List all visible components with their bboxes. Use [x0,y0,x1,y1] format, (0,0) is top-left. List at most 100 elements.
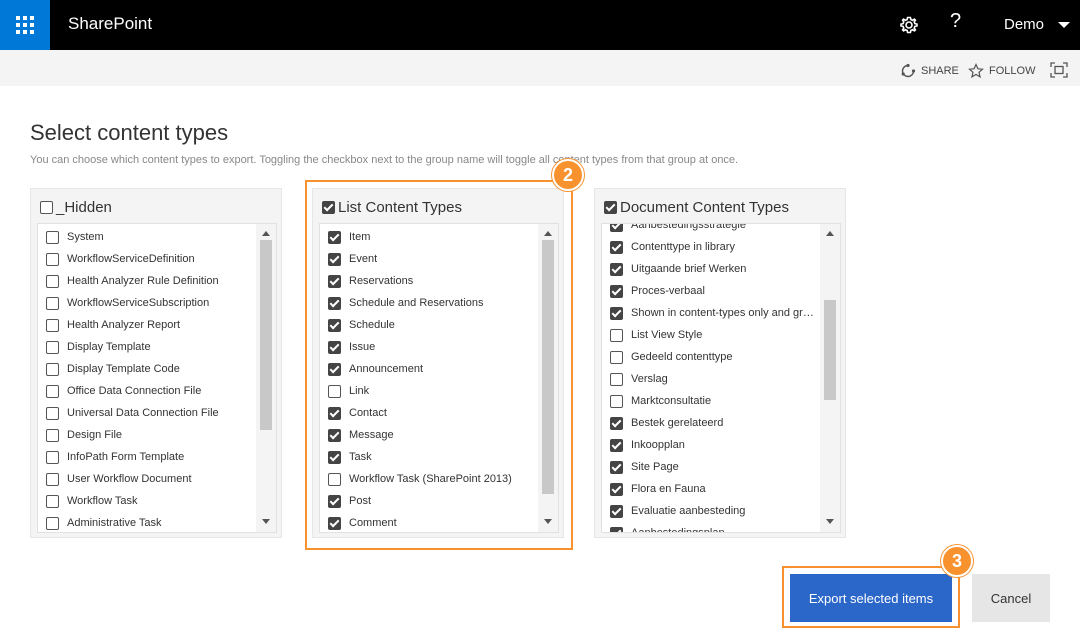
cancel-button[interactable]: Cancel [972,574,1050,622]
item-checkbox[interactable] [610,416,623,430]
item-checkbox[interactable] [46,472,59,486]
page-description: You can choose which content types to ex… [30,154,739,166]
list-item[interactable]: Contenttype in library [602,236,818,258]
item-label: WorkflowServiceSubscription [67,297,210,309]
focus-mode-button[interactable] [1050,62,1068,83]
list-item[interactable]: Display Template [38,336,254,358]
list-item[interactable]: Shown in content-types only and gro… [602,302,818,324]
list-item[interactable]: Verslag [602,368,818,390]
item-label: Administrative Task [67,517,162,529]
list-item[interactable]: Display Template Code [38,358,254,380]
content-type-list[interactable]: Aanbestedingsstrategie Contenttype in lib… [601,223,841,533]
list-item[interactable]: Bestek gerelateerd [602,412,818,434]
item-checkbox[interactable] [46,362,59,376]
list-item[interactable]: Inkoopplan [602,434,818,456]
scrollbar[interactable] [256,224,276,532]
app-launcher-button[interactable] [0,0,50,50]
scroll-up-icon[interactable] [262,231,270,236]
item-checkbox[interactable] [46,296,59,310]
item-checkbox[interactable] [610,224,623,232]
list-item[interactable]: Uitgaande brief Werken [602,258,818,280]
item-checkbox[interactable] [610,350,623,364]
list-item[interactable]: List View Style [602,324,818,346]
item-checkbox[interactable] [610,240,623,254]
item-label: Design File [67,429,123,441]
list-item[interactable]: Aanbestedingsstrategie [602,224,818,236]
follow-button[interactable]: FOLLOW [968,63,1035,79]
item-label: Evaluatie aanbesteding [631,505,746,517]
list-items: Aanbestedingsstrategie Contenttype in lib… [602,224,818,532]
list-item[interactable]: User Workflow Document [38,468,254,490]
list-item[interactable]: Office Data Connection File [38,380,254,402]
list-item[interactable]: Design File [38,424,254,446]
item-checkbox[interactable] [610,328,623,342]
item-label: System [67,231,104,243]
item-checkbox[interactable] [610,372,623,386]
scroll-down-icon[interactable] [826,519,834,524]
suite-bar: SharePoint ? Demo [0,0,1080,50]
item-checkbox[interactable] [610,284,623,298]
list-item[interactable]: Health Analyzer Rule Definition [38,270,254,292]
item-checkbox[interactable] [46,406,59,420]
item-label: Uitgaande brief Werken [631,263,747,275]
scroll-down-icon[interactable] [262,519,270,524]
group-header[interactable]: Document Content Types [604,199,789,216]
list-item[interactable]: Workflow Task [38,490,254,512]
list-item[interactable]: Proces-verbaal [602,280,818,302]
group-header[interactable]: _Hidden [40,199,112,216]
group-checkbox[interactable] [40,201,53,214]
user-menu[interactable]: Demo [1004,16,1044,33]
item-checkbox[interactable] [46,230,59,244]
list-item[interactable]: Administrative Task [38,512,254,532]
content-type-group: _Hidden System WorkflowServiceDefinition H… [30,188,282,538]
star-icon [968,63,984,79]
group-checkbox[interactable] [604,201,617,214]
share-button[interactable]: SHARE [900,63,959,79]
item-checkbox[interactable] [46,252,59,266]
list-item[interactable]: Aanbestedingsplan [602,522,818,532]
item-checkbox[interactable] [46,384,59,398]
chevron-down-icon[interactable] [1058,22,1070,28]
item-checkbox[interactable] [46,318,59,332]
content-type-list[interactable]: System WorkflowServiceDefinition Health An… [37,223,277,533]
settings-button[interactable] [896,12,922,38]
item-checkbox[interactable] [610,438,623,452]
app-title[interactable]: SharePoint [68,14,152,34]
item-checkbox[interactable] [610,262,623,276]
item-label: Flora en Fauna [631,483,706,495]
scroll-thumb[interactable] [260,240,272,430]
export-selected-button[interactable]: Export selected items [790,574,952,622]
item-checkbox[interactable] [610,504,623,518]
list-item[interactable]: Site Page [602,456,818,478]
list-item[interactable]: InfoPath Form Template [38,446,254,468]
list-item[interactable]: WorkflowServiceSubscription [38,292,254,314]
list-item[interactable]: Flora en Fauna [602,478,818,500]
item-label: Workflow Task [67,495,138,507]
item-checkbox[interactable] [610,482,623,496]
scroll-thumb[interactable] [824,300,836,400]
item-checkbox[interactable] [610,526,623,532]
help-button[interactable]: ? [950,10,961,33]
list-item[interactable]: Evaluatie aanbesteding [602,500,818,522]
scroll-up-icon[interactable] [826,231,834,236]
item-checkbox[interactable] [46,450,59,464]
item-label: Universal Data Connection File [67,407,219,419]
list-item[interactable]: WorkflowServiceDefinition [38,248,254,270]
item-checkbox[interactable] [46,340,59,354]
item-checkbox[interactable] [46,428,59,442]
list-item[interactable]: System [38,226,254,248]
list-item[interactable]: Universal Data Connection File [38,402,254,424]
item-checkbox[interactable] [46,516,59,530]
scrollbar[interactable] [820,224,840,532]
item-checkbox[interactable] [610,394,623,408]
item-checkbox[interactable] [46,494,59,508]
list-item[interactable]: Marktconsultatie [602,390,818,412]
waffle-icon [16,16,34,34]
list-item[interactable]: Health Analyzer Report [38,314,254,336]
list-item[interactable]: Gedeeld contenttype [602,346,818,368]
item-label: Bestek gerelateerd [631,417,724,429]
item-checkbox[interactable] [46,274,59,288]
item-checkbox[interactable] [610,306,623,320]
item-checkbox[interactable] [610,460,623,474]
item-label: Site Page [631,461,679,473]
